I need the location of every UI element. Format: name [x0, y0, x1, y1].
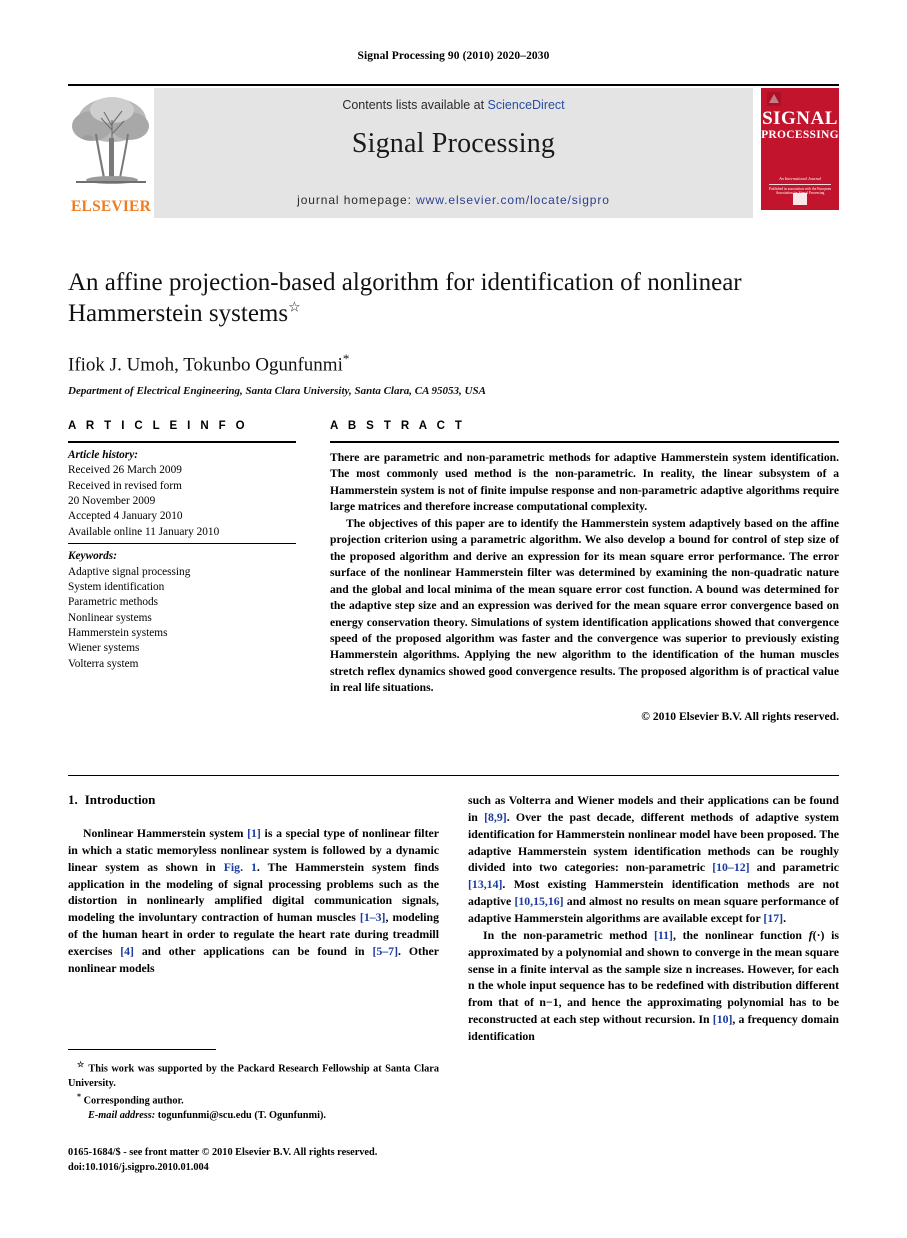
- abstract-paragraph: There are parametric and non-parametric …: [330, 451, 839, 514]
- history-item: Received in revised form: [68, 479, 182, 492]
- contents-prefix: Contents lists available at: [342, 98, 488, 112]
- history-item: Available online 11 January 2010: [68, 525, 220, 538]
- body-paragraph: such as Volterra and Wiener models and t…: [468, 793, 839, 926]
- abstract-column: A B S T R A C T There are parametric and…: [330, 420, 839, 725]
- article-info-column: A R T I C L E I N F O Article history: R…: [68, 420, 296, 725]
- keyword-item: System identification: [68, 580, 165, 593]
- article-title: An affine projection-based algorithm for…: [68, 268, 839, 329]
- journal-title: Signal Processing: [351, 128, 556, 159]
- contents-line: Contents lists available at ScienceDirec…: [154, 98, 753, 112]
- keywords-block: Keywords: Adaptive signal processing Sys…: [68, 544, 296, 672]
- keyword-item: Volterra system: [68, 657, 139, 670]
- imprint-line-doi: doi:10.1016/j.sigpro.2010.01.004: [68, 1161, 209, 1173]
- cover-title-line2: PROCESSING: [761, 129, 839, 141]
- journal-masthead: ELSEVIER Contents lists available at Sci…: [68, 84, 839, 218]
- homepage-line: journal homepage: www.elsevier.com/locat…: [154, 193, 753, 207]
- author-names: Ifiok J. Umoh, Tokunbo Ogunfunmi: [68, 354, 343, 376]
- cover-title-line1: SIGNAL: [762, 108, 838, 129]
- cover-elsevier-mini-icon: [767, 92, 781, 106]
- imprint-line-issn: 0165-1684/$ - see front matter © 2010 El…: [68, 1147, 378, 1158]
- body-divider: [68, 775, 839, 776]
- masthead-center: Contents lists available at ScienceDirec…: [154, 88, 753, 218]
- footnote-corresponding: * Corresponding author.: [68, 1091, 439, 1109]
- abstract-paragraph: The objectives of this paper are to iden…: [330, 516, 839, 695]
- keyword-item: Parametric methods: [68, 596, 159, 609]
- section-title: Introduction: [84, 792, 156, 807]
- footnote-corresponding-marker: *: [77, 1092, 81, 1102]
- affiliation: Department of Electrical Engineering, Sa…: [68, 385, 486, 398]
- body-paragraph: Nonlinear Hammerstein system [1] is a sp…: [68, 826, 439, 975]
- cover-tagline: An International Journal: [779, 176, 821, 181]
- abstract-body: There are parametric and non-parametric …: [330, 443, 839, 725]
- history-item: Received 26 March 2009: [68, 464, 182, 477]
- keyword-item: Nonlinear systems: [68, 611, 152, 624]
- author-list: Ifiok J. Umoh, Tokunbo Ogunfunmi*: [68, 351, 839, 376]
- article-info-label: A R T I C L E I N F O: [68, 420, 249, 432]
- paper-page: Signal Processing 90 (2010) 2020–2030 EL…: [0, 0, 907, 1238]
- footnote-funding-text: This work was supported by the Packard R…: [68, 1063, 439, 1089]
- article-history-block: Article history: Received 26 March 2009 …: [68, 448, 296, 543]
- footnote-divider: [68, 1049, 216, 1050]
- email-label: E-mail address:: [88, 1110, 156, 1122]
- imprint-block: 0165-1684/$ - see front matter © 2010 El…: [68, 1146, 498, 1175]
- footnote-funding: ☆ This work was supported by the Packard…: [68, 1059, 439, 1091]
- info-abstract-panel: A R T I C L E I N F O Article history: R…: [68, 420, 839, 725]
- cover-divider: [769, 184, 831, 185]
- history-item: 20 November 2009: [68, 495, 156, 508]
- column-gap: [296, 420, 330, 725]
- footnote-corresponding-text: Corresponding author.: [83, 1095, 184, 1107]
- elsevier-tree-icon: [72, 97, 149, 184]
- article-title-text: An affine projection-based algorithm for…: [68, 269, 742, 327]
- sciencedirect-link[interactable]: ScienceDirect: [488, 98, 565, 112]
- footnotes: ☆ This work was supported by the Packard…: [68, 1059, 439, 1123]
- history-item: Accepted 4 January 2010: [68, 510, 183, 523]
- running-head: Signal Processing 90 (2010) 2020–2030: [357, 50, 550, 62]
- article-history-title: Article history:: [68, 449, 138, 461]
- body-paragraph: In the non-parametric method [11], the n…: [468, 927, 839, 1044]
- body-right-column: such as Volterra and Wiener models and t…: [468, 792, 839, 1045]
- footnote-email: E-mail address: togunfunmi@scu.edu (T. O…: [68, 1109, 439, 1123]
- homepage-prefix: journal homepage:: [297, 193, 417, 207]
- title-footnote-marker[interactable]: ☆: [288, 300, 301, 315]
- section-heading-introduction: 1. Introduction: [68, 792, 439, 808]
- keyword-item: Hammerstein systems: [68, 626, 168, 639]
- body-left-column: 1. Introduction Nonlinear Hammerstein sys…: [68, 792, 439, 1045]
- title-block: An affine projection-based algorithm for…: [68, 268, 839, 397]
- elsevier-logo: ELSEVIER: [68, 88, 154, 218]
- cover-badge: [793, 193, 807, 205]
- journal-cover-thumbnail: SIGNAL PROCESSING An International Journ…: [753, 88, 839, 218]
- body-column-gap: [439, 792, 468, 1045]
- keyword-item: Wiener systems: [68, 642, 140, 655]
- homepage-link[interactable]: www.elsevier.com/locate/sigpro: [416, 193, 610, 207]
- corresponding-author-marker[interactable]: *: [343, 351, 350, 366]
- section-number: 1.: [68, 792, 78, 807]
- abstract-label: A B S T R A C T: [330, 420, 466, 432]
- abstract-copyright: © 2010 Elsevier B.V. All rights reserved…: [641, 709, 839, 723]
- keyword-item: Adaptive signal processing: [68, 565, 191, 578]
- body-columns: 1. Introduction Nonlinear Hammerstein sys…: [68, 792, 839, 1045]
- article-info-body: Article history: Received 26 March 2009 …: [68, 443, 296, 672]
- keywords-title: Keywords:: [68, 550, 117, 563]
- email-address[interactable]: togunfunmi@scu.edu (T. Ogunfunmi).: [158, 1110, 326, 1121]
- footnote-funding-marker: ☆: [77, 1060, 86, 1069]
- elsevier-wordmark: ELSEVIER: [71, 198, 151, 215]
